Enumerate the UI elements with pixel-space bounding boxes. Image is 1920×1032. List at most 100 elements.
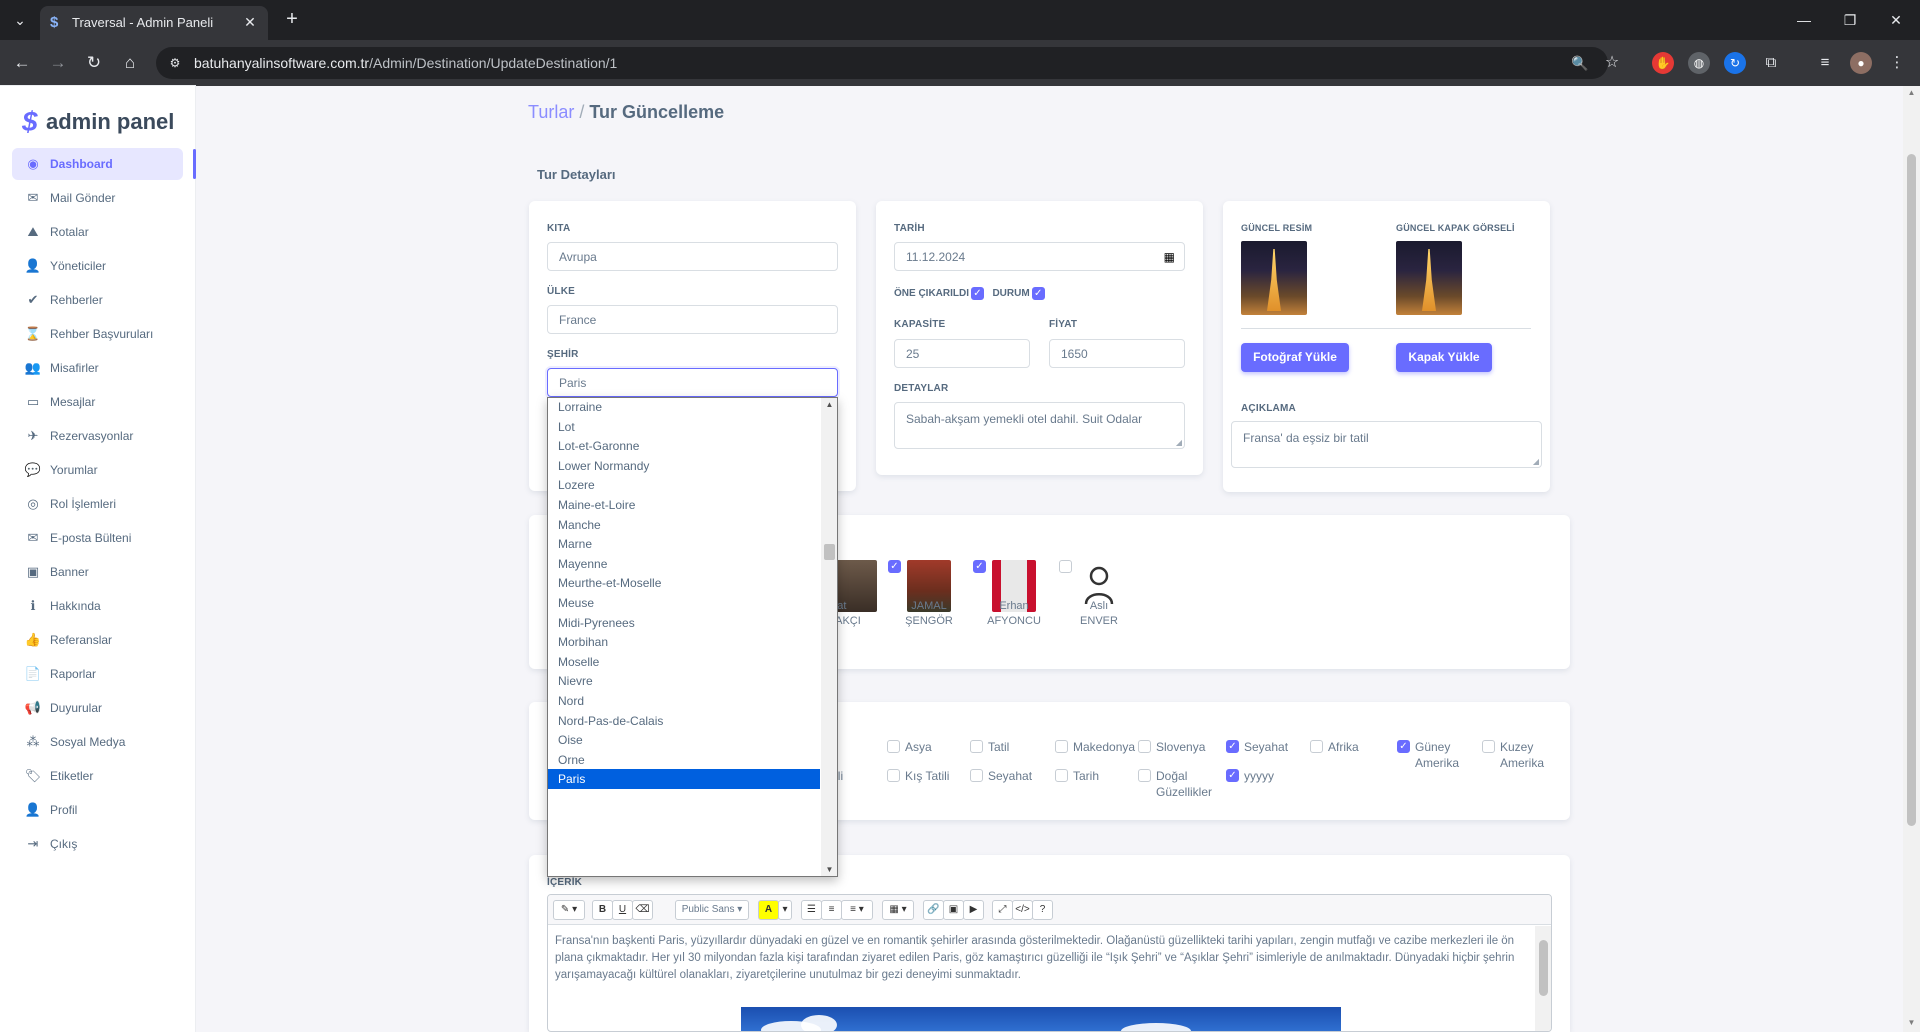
sidebar-item[interactable]: 👤 Yöneticiler (12, 250, 195, 282)
code-view-icon[interactable]: </> (1012, 900, 1033, 920)
guide-checkbox[interactable]: ✓ (888, 560, 901, 573)
upload-cover-button[interactable]: Kapak Yükle (1396, 343, 1492, 372)
sidebar-item[interactable]: 👤 Profil (12, 794, 195, 826)
dropdown-scroll-down-icon[interactable]: ▼ (824, 865, 835, 874)
city-option[interactable]: Lot-et-Garonne (548, 436, 820, 456)
color-dropdown-icon[interactable]: ▾ (778, 900, 792, 920)
browser-menu-icon[interactable]: ⋮ (1886, 52, 1908, 74)
city-select[interactable]: Paris (547, 368, 838, 397)
continent-select[interactable]: Avrupa (547, 242, 838, 271)
description-textarea[interactable]: Fransa' da eşsiz bir tatil ◢ (1231, 421, 1542, 468)
date-input[interactable]: 11.12.2024 ▦ (894, 242, 1185, 271)
minimize-window-icon[interactable]: — (1784, 8, 1824, 32)
country-select[interactable]: France (547, 305, 838, 334)
reload-icon[interactable]: ↻ (82, 51, 106, 75)
profile-avatar[interactable]: ● (1850, 52, 1872, 74)
guide-checkbox[interactable]: ✓ (973, 560, 986, 573)
sidebar-item[interactable]: 👥 Misafirler (12, 352, 195, 384)
city-option[interactable]: Lot (548, 417, 820, 437)
city-option[interactable]: Paris (548, 769, 820, 790)
upload-photo-button[interactable]: Fotoğraf Yükle (1241, 343, 1349, 372)
dropdown-scrollbar[interactable]: ▲ ▼ (821, 398, 837, 876)
new-tab-icon[interactable]: + (280, 8, 304, 32)
status-checkbox[interactable]: ✓ (1031, 287, 1045, 301)
city-option[interactable]: Morbihan (548, 632, 820, 652)
restore-window-icon[interactable]: ❐ (1830, 8, 1870, 32)
category-checkbox[interactable] (1482, 740, 1495, 753)
price-input[interactable]: 1650 (1049, 339, 1185, 368)
address-bar[interactable]: ⚙ batuhanyalinsoftware.com.tr/Admin/Dest… (156, 47, 1619, 79)
paragraph-align-icon[interactable]: ≡ ▾ (841, 900, 873, 920)
category-checkbox[interactable] (887, 740, 900, 753)
category-checkbox[interactable]: ✓ (1397, 740, 1410, 753)
resize-handle-icon[interactable]: ◢ (1533, 457, 1539, 466)
resize-handle-icon[interactable]: ◢ (1176, 438, 1182, 447)
url-text[interactable]: batuhanyalinsoftware.com.tr/Admin/Destin… (194, 55, 617, 71)
dropdown-scrollbar-thumb[interactable] (824, 544, 835, 560)
sidebar-item[interactable]: ◉ Dashboard (12, 148, 183, 180)
breadcrumb-parent[interactable]: Turlar (528, 102, 574, 122)
dropdown-scroll-up-icon[interactable]: ▲ (824, 400, 835, 409)
category-checkbox[interactable] (970, 769, 983, 782)
site-info-icon[interactable]: ⚙ (166, 54, 184, 72)
calendar-icon[interactable]: ▦ (1164, 250, 1175, 264)
city-option[interactable]: Marne (548, 534, 820, 554)
sidebar-item[interactable]: ⛰ Rotalar (12, 216, 195, 248)
link-icon[interactable]: 🔗 (923, 900, 944, 920)
media-controls-icon[interactable]: ≡ (1814, 52, 1836, 74)
extension-red-icon[interactable]: ✋ (1652, 52, 1674, 74)
city-option[interactable]: Maine-et-Loire (548, 495, 820, 515)
capacity-input[interactable]: 25 (894, 339, 1030, 368)
sidebar-item[interactable]: ℹ Hakkında (12, 590, 195, 622)
category-checkbox[interactable]: ✓ (1226, 740, 1239, 753)
extensions-puzzle-icon[interactable]: ⧉ (1760, 52, 1782, 74)
city-option[interactable]: Orne (548, 750, 820, 770)
sidebar-item[interactable]: ⌛ Rehber Başvuruları (12, 318, 195, 350)
featured-checkbox[interactable]: ✓ (971, 287, 984, 301)
city-option[interactable]: Oise (548, 730, 820, 750)
bold-icon[interactable]: B (592, 900, 613, 920)
category-checkbox[interactable] (887, 769, 900, 782)
tab-close-icon[interactable]: ✕ (240, 12, 260, 32)
details-textarea[interactable]: Sabah-akşam yemekli otel dahil. Suit Oda… (894, 402, 1185, 449)
editor-content-text[interactable]: Fransa'nın başkenti Paris, yüzyıllardır … (555, 933, 1525, 984)
bookmark-star-icon[interactable]: ☆ (1602, 53, 1622, 73)
extension-blue-icon[interactable]: ↻ (1724, 52, 1746, 74)
font-family-select[interactable]: Public Sans ▾ (675, 900, 749, 920)
city-option[interactable]: Moselle (548, 652, 820, 672)
sidebar-item[interactable]: ▭ Mesajlar (12, 386, 195, 418)
close-window-icon[interactable]: ✕ (1876, 8, 1916, 32)
fullscreen-icon[interactable]: ⤢ (992, 900, 1013, 920)
sidebar-item[interactable]: 🏷 Etiketler (12, 760, 195, 792)
home-icon[interactable]: ⌂ (118, 51, 142, 75)
city-dropdown-list[interactable]: ▲ ▼ Lorraine Lot Lot-et-Garonne Lower Norma… (547, 397, 838, 877)
unordered-list-icon[interactable]: ☰ (801, 900, 822, 920)
city-option[interactable]: Mayenne (548, 554, 820, 574)
zoom-icon[interactable]: 🔍 (1570, 53, 1590, 73)
category-checkbox[interactable] (1138, 740, 1151, 753)
page-scrollbar[interactable]: ▲ ▼ (1903, 86, 1920, 1032)
sidebar-item[interactable]: 📄 Raporlar (12, 658, 195, 690)
city-option[interactable]: Lower Normandy (548, 456, 820, 476)
ordered-list-icon[interactable]: ≡ (821, 900, 842, 920)
category-checkbox[interactable] (1310, 740, 1323, 753)
editor-scrollbar[interactable] (1535, 926, 1551, 1031)
city-option[interactable]: Meuse (548, 593, 820, 613)
tab-search-chevron-icon[interactable]: ⌄ (6, 8, 34, 32)
page-scrollbar-thumb[interactable] (1907, 154, 1916, 826)
sidebar-item[interactable]: ⇥ Çıkış (12, 828, 195, 860)
text-color-icon[interactable]: A (758, 900, 779, 920)
city-option[interactable]: Midi-Pyrenees (548, 613, 820, 633)
underline-icon[interactable]: U (612, 900, 633, 920)
table-icon[interactable]: ▦ ▾ (882, 900, 914, 920)
video-icon[interactable]: ▶ (963, 900, 984, 920)
city-option[interactable]: Meurthe-et-Moselle (548, 573, 820, 593)
sidebar-item[interactable]: ⁂ Sosyal Medya (12, 726, 195, 758)
sidebar-item[interactable]: 👍 Referanslar (12, 624, 195, 656)
help-icon[interactable]: ? (1032, 900, 1053, 920)
magic-style-icon[interactable]: ✎ ▾ (553, 900, 585, 920)
city-option[interactable]: Nievre (548, 671, 820, 691)
sidebar-item[interactable]: ✉ Mail Gönder (12, 182, 195, 214)
category-checkbox[interactable] (1055, 740, 1068, 753)
sidebar-item[interactable]: ✉ E-posta Bülteni (12, 522, 195, 554)
